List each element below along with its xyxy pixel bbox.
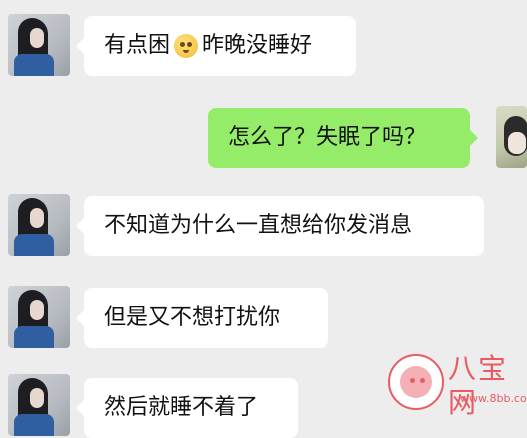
avatar-face [30, 300, 44, 320]
watermark-logo-face [400, 366, 432, 398]
avatar-cloth [14, 234, 54, 256]
watermark-logo-eye [420, 378, 425, 383]
contact-avatar[interactable] [8, 14, 70, 76]
message-text: 昨晚没睡好 [202, 33, 313, 58]
site-watermark: 八宝网 www.8bb.com [388, 352, 527, 424]
avatar-cloth [14, 54, 54, 76]
contact-avatar[interactable] [8, 194, 70, 256]
contact-avatar[interactable] [8, 286, 70, 348]
message-text: 但是又不想打扰你 [104, 305, 281, 330]
message-text: 怎么了？失眠了吗？ [228, 125, 427, 150]
message-text: 不知道为什么一直想给你发消息 [104, 213, 413, 238]
avatar-cloth [14, 326, 54, 348]
message-bubble-received[interactable]: 有点困 昨晚没睡好 [76, 16, 356, 76]
message-bubble-sent[interactable]: 怎么了？失眠了吗？ [208, 108, 478, 168]
emoji-mouth [183, 50, 190, 53]
message-bubble-received[interactable]: 然后就睡不着了 [76, 378, 298, 438]
watermark-url: www.8bb.com [460, 392, 527, 405]
avatar-cloth [14, 414, 54, 436]
watermark-logo-icon [388, 354, 444, 410]
message-bubble-received[interactable]: 不知道为什么一直想给你发消息 [76, 196, 484, 256]
avatar-face [30, 388, 44, 408]
watermark-title: 八宝网 [448, 352, 509, 419]
my-avatar[interactable] [496, 106, 527, 168]
watermark-logo-eye [410, 378, 415, 383]
message-bubble-received[interactable]: 但是又不想打扰你 [76, 288, 328, 348]
contact-avatar[interactable] [8, 374, 70, 436]
sleepy-face-emoji-icon [174, 34, 199, 58]
avatar-face [508, 132, 526, 154]
avatar-face [30, 208, 44, 228]
message-text: 有点困 [104, 33, 171, 58]
avatar-face [30, 28, 44, 48]
message-text: 然后就睡不着了 [104, 395, 259, 420]
